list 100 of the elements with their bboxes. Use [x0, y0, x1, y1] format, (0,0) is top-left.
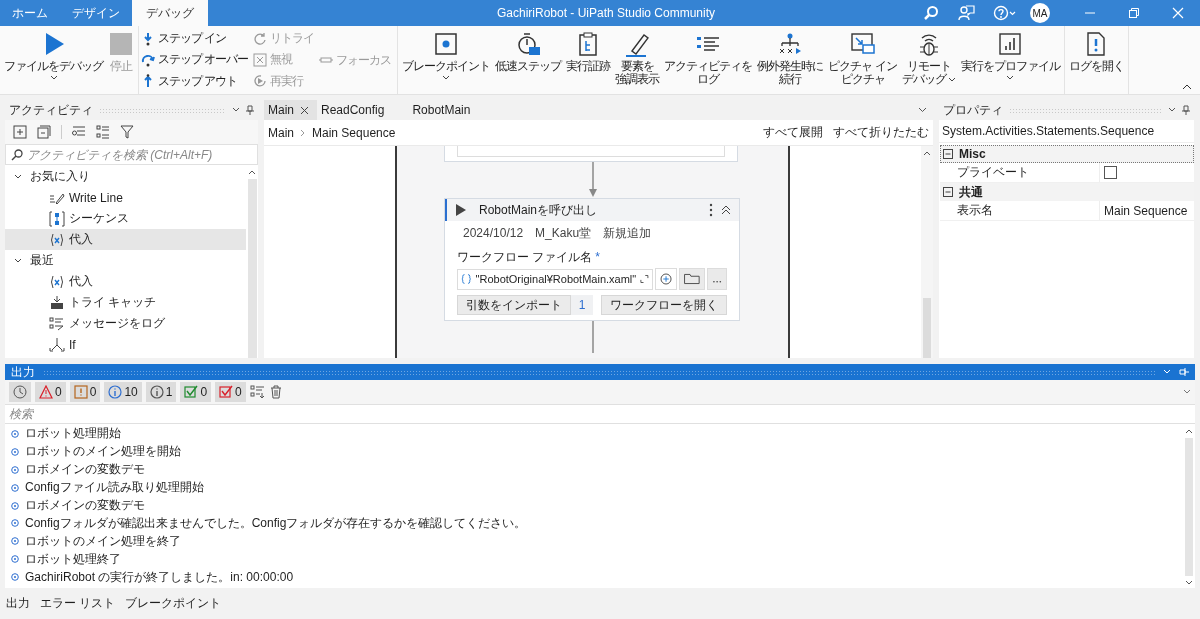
scroll-up-icon[interactable]	[1185, 428, 1193, 434]
checkbox[interactable]	[1104, 166, 1117, 179]
tree-group[interactable]: 最近	[5, 250, 246, 271]
user-avatar[interactable]: MA	[1030, 3, 1050, 23]
pen-icon	[624, 31, 651, 57]
tree-group[interactable]: お気に入り	[5, 166, 246, 187]
input-field[interactable]: "RobotOriginal¥RobotMain.xaml"	[457, 268, 653, 290]
log-message: Configフォルダが確認出来ませんでした。Configフォルダが存在するかを確認してください。	[25, 514, 527, 532]
log-filter-button[interactable]: 1	[145, 382, 177, 402]
toolbar-link[interactable]: すべて展開	[763, 124, 823, 141]
activity-item[interactable]: 代入	[5, 229, 246, 250]
expand-icon[interactable]	[640, 274, 649, 284]
scroll-thumb[interactable]	[1185, 438, 1193, 576]
collapse-ribbon-icon[interactable]	[1182, 84, 1192, 90]
step-over-icon	[141, 53, 155, 67]
stopwatch-icon	[515, 31, 542, 57]
folder-icon[interactable]	[679, 268, 705, 290]
search-field[interactable]: アクティビティを検索 (Ctrl+Alt+F)	[5, 144, 258, 165]
pin-icon[interactable]	[246, 105, 254, 115]
bar-chart-icon	[997, 31, 1024, 57]
scroll-down-icon[interactable]	[1185, 580, 1193, 586]
filter-icon[interactable]	[120, 125, 134, 139]
ribbon-button[interactable]: ステップ イン	[141, 30, 249, 48]
dropdown-icon[interactable]	[1168, 107, 1176, 113]
input-field[interactable]	[457, 146, 725, 157]
activity-item[interactable]: Write Line	[5, 187, 246, 208]
document-tab[interactable]: ReadConfig	[317, 100, 393, 120]
ribbon-button[interactable]: ブレークポイント	[400, 28, 493, 92]
ribbon-button[interactable]: アクティビティを ログ	[662, 28, 755, 92]
scroll-up-icon[interactable]	[248, 169, 256, 175]
dropdown-icon[interactable]	[918, 107, 927, 113]
breadcrumb-item[interactable]: Main Sequence	[312, 125, 396, 140]
more-icon[interactable]	[709, 203, 713, 217]
ribbon-button[interactable]: ログを開く	[1066, 28, 1126, 92]
property-value[interactable]: Main Sequence	[1104, 203, 1188, 218]
trash-icon[interactable]	[269, 385, 282, 399]
document-tab[interactable]: Main	[264, 100, 317, 120]
collapse-all-icon[interactable]	[37, 125, 51, 139]
pin-icon[interactable]	[1182, 105, 1190, 115]
log-filter-button[interactable]: 0	[215, 382, 246, 402]
feedback-icon[interactable]	[957, 4, 975, 22]
scroll-up-icon[interactable]	[923, 150, 931, 156]
ribbon-button[interactable]: ファイルをデバッグ	[2, 28, 105, 92]
property-category[interactable]: 共通	[940, 183, 1194, 201]
panel-tab[interactable]: エラー リスト	[40, 595, 116, 612]
help-icon[interactable]	[993, 5, 1017, 21]
import-arguments-button[interactable]: 引数をインポート	[457, 295, 571, 315]
close-icon[interactable]	[300, 105, 309, 115]
list-settings-icon[interactable]	[249, 385, 266, 399]
log-filter-button[interactable]: 0	[35, 382, 66, 402]
breadcrumb-item[interactable]: Main	[268, 125, 294, 140]
ribbon-button[interactable]: リモート デバッグ	[899, 28, 958, 92]
activity-item[interactable]: シーケンス	[5, 208, 246, 229]
expand-all-icon[interactable]	[13, 125, 27, 139]
details-view-icon[interactable]	[96, 125, 110, 139]
add-icon[interactable]	[655, 268, 678, 290]
picture-in-picture-icon	[849, 31, 876, 57]
tray-icon	[49, 294, 65, 311]
toolbar-link[interactable]: すべて折りたたむ	[833, 124, 929, 141]
property-category[interactable]: Misc	[940, 145, 1194, 163]
check-icon	[184, 385, 199, 399]
scroll-thumb[interactable]	[247, 179, 257, 358]
collapse-icon[interactable]	[943, 149, 953, 159]
ribbon-tab[interactable]: ホーム	[0, 0, 60, 26]
dropdown-icon[interactable]	[1183, 389, 1191, 395]
activity-item[interactable]: トライ キャッチ	[5, 292, 246, 313]
log-filter-button[interactable]: 0	[180, 382, 212, 402]
activity-card[interactable]: RobotMainを呼び出し 2024/10/12 M_Kaku堂 新規追加 ワークフロー ファイル名 * "RobotOriginal¥RobotMain.xaml" 引数をインポート 1 ワークフローを開く	[444, 198, 740, 321]
activity-item[interactable]: 代入	[5, 271, 246, 292]
restore-icon[interactable]	[1128, 7, 1140, 19]
ribbon-tab[interactable]: デバッグ	[132, 0, 208, 26]
log-filter-button[interactable]: 10	[104, 382, 142, 402]
ribbon-button[interactable]: ステップ アウト	[141, 72, 249, 90]
list-view-icon[interactable]	[72, 125, 86, 139]
dropdown-icon[interactable]	[232, 107, 240, 113]
open-workflow-button[interactable]: ワークフローを開く	[601, 295, 727, 315]
collapse-icon[interactable]	[943, 187, 953, 197]
document-tab[interactable]: RobotMain	[392, 100, 479, 120]
activity-item[interactable]: メッセージをログ	[5, 313, 246, 334]
log-message: Configファイル読み取り処理開始	[25, 479, 204, 497]
panel-tab[interactable]: ブレークポイント	[125, 595, 222, 612]
log-filter-button[interactable]	[9, 382, 31, 402]
ribbon-button[interactable]: ステップ オーバー	[141, 51, 249, 69]
activity-item[interactable]: If	[5, 334, 246, 355]
ribbon-button[interactable]: 実行をプロファイル	[958, 28, 1062, 92]
ribbon-button[interactable]: 要素を 強調表示	[613, 28, 662, 92]
panel-tab[interactable]: 出力	[6, 595, 30, 612]
collapse-icon[interactable]	[721, 205, 731, 215]
ribbon-button[interactable]: 低速ステップ	[493, 28, 564, 92]
list-icon	[49, 315, 65, 332]
ribbon-button[interactable]: ピクチャ イン ピクチャ	[826, 28, 899, 92]
ribbon-tab[interactable]: デザイン	[60, 0, 132, 26]
play-icon[interactable]	[455, 203, 467, 217]
search-icon[interactable]	[923, 5, 939, 21]
search-field[interactable]: 検索	[9, 407, 1191, 421]
ribbon-button[interactable]: 例外発生時に 続行	[755, 28, 826, 92]
log-filter-button[interactable]: 0	[69, 382, 101, 402]
field-label: ワークフロー ファイル名	[457, 250, 593, 264]
scroll-thumb[interactable]	[923, 298, 931, 358]
ribbon-button[interactable]: 実行証跡	[564, 28, 613, 92]
